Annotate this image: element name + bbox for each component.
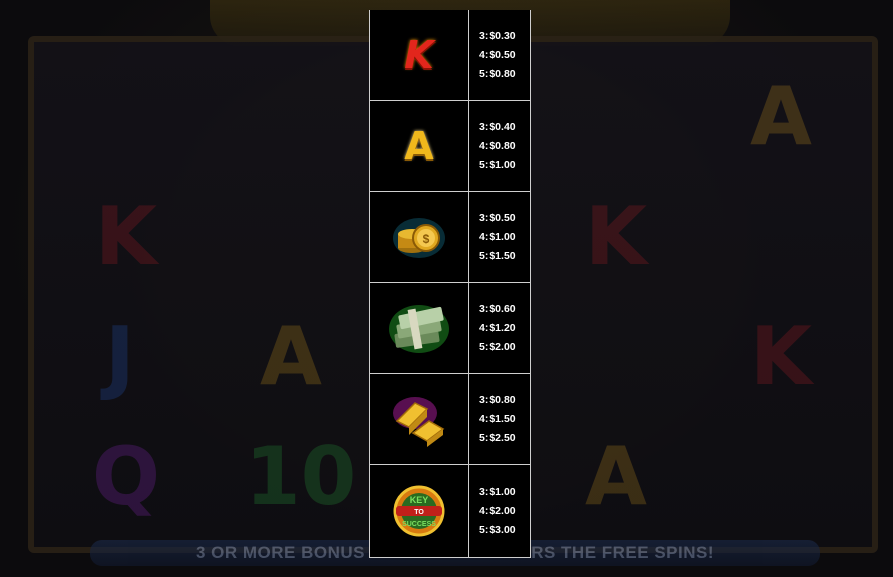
pay-line: 3:$0.80 — [479, 394, 516, 406]
paytable-row-k: K 3:$0.30 4:$0.50 5:$0.80 — [370, 10, 530, 101]
symbol-cell: KEY TO SUCCESS — [370, 465, 469, 557]
bg-symbol: 10 — [245, 430, 357, 523]
pay-cell: 3:$0.80 4:$1.50 5:$2.50 — [469, 374, 530, 464]
pay-line: 5:$1.00 — [479, 159, 516, 171]
letter-k-icon: K — [404, 33, 434, 77]
key-to-success-logo-icon: KEY TO SUCCESS — [393, 485, 445, 537]
pay-line: 4:$1.00 — [479, 231, 516, 243]
pay-cell: 3:$0.40 4:$0.80 5:$1.00 — [469, 101, 530, 191]
svg-text:$: $ — [423, 232, 430, 246]
bg-symbol: J — [105, 310, 135, 403]
pay-line: 3:$1.00 — [479, 486, 516, 498]
svg-text:SUCCESS: SUCCESS — [402, 521, 436, 528]
symbol-cell: K — [370, 10, 469, 100]
pay-line: 5:$1.50 — [479, 250, 516, 262]
bg-symbol: A — [585, 430, 647, 523]
symbol-cell: $ — [370, 192, 469, 282]
paytable: K 3:$0.30 4:$0.50 5:$0.80 A 3:$0.40 4:$0… — [369, 10, 531, 558]
bg-symbol: K — [585, 190, 647, 283]
pay-line: 3:$0.40 — [479, 121, 516, 133]
paytable-row-a: A 3:$0.40 4:$0.80 5:$1.00 — [370, 101, 530, 192]
paytable-row-coins: $ 3:$0.50 4:$1.00 5:$1.50 — [370, 192, 530, 283]
paytable-row-gold: 3:$0.80 4:$1.50 5:$2.50 — [370, 374, 530, 465]
symbol-cell: A — [370, 101, 469, 191]
bg-symbol: Q — [92, 430, 161, 523]
pay-line: 5:$2.00 — [479, 341, 516, 353]
bg-symbol: K — [750, 310, 812, 403]
pay-line: 4:$1.50 — [479, 413, 516, 425]
paytable-row-cash: 3:$0.60 4:$1.20 5:$2.00 — [370, 283, 530, 374]
pay-cell: 3:$0.30 4:$0.50 5:$0.80 — [469, 10, 530, 100]
pay-cell: 3:$0.60 4:$1.20 5:$2.00 — [469, 283, 530, 373]
symbol-cell — [370, 374, 469, 464]
pay-line: 5:$2.50 — [479, 432, 516, 444]
cash-stack-icon — [389, 305, 449, 353]
pay-line: 3:$0.50 — [479, 212, 516, 224]
bg-symbol: A — [750, 70, 812, 163]
pay-cell: 3:$1.00 4:$2.00 5:$3.00 — [469, 465, 530, 557]
svg-text:KEY: KEY — [410, 495, 429, 505]
paytable-row-key-to-success: KEY TO SUCCESS 3:$1.00 4:$2.00 5:$3.00 — [370, 465, 530, 558]
letter-a-icon: A — [404, 124, 434, 168]
bg-symbol: A — [260, 310, 322, 403]
gold-coins-icon: $ — [393, 218, 445, 258]
pay-line: 3:$0.60 — [479, 303, 516, 315]
pay-line: 4:$0.80 — [479, 140, 516, 152]
bg-symbol: K — [95, 190, 157, 283]
svg-text:TO: TO — [414, 509, 424, 516]
pay-line: 4:$1.20 — [479, 322, 516, 334]
pay-cell: 3:$0.50 4:$1.00 5:$1.50 — [469, 192, 530, 282]
symbol-cell — [370, 283, 469, 373]
pay-line: 5:$3.00 — [479, 524, 516, 536]
pay-line: 4:$2.00 — [479, 505, 516, 517]
pay-line: 4:$0.50 — [479, 49, 516, 61]
pay-line: 3:$0.30 — [479, 30, 516, 42]
gold-bars-icon — [393, 397, 445, 447]
pay-line: 5:$0.80 — [479, 68, 516, 80]
